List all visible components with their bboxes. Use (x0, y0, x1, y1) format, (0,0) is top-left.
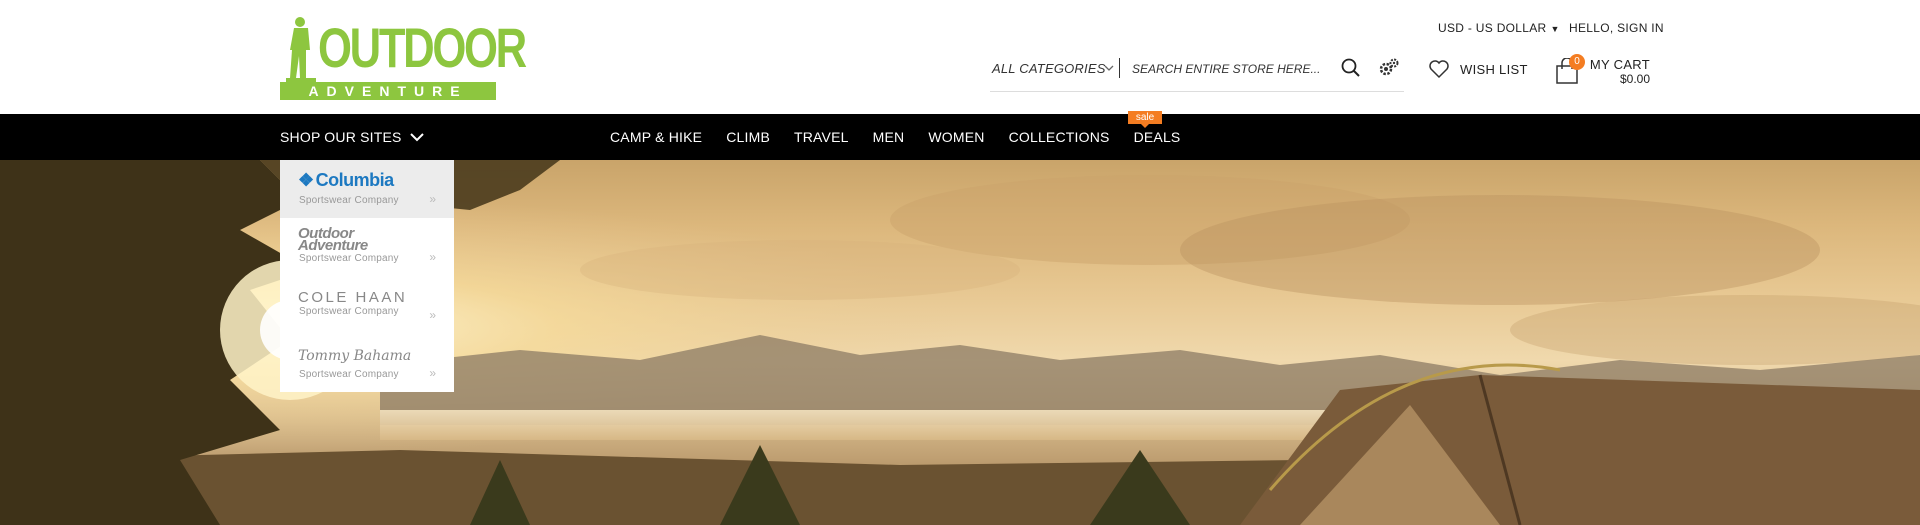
shop-our-sites-label: SHOP OUR SITES (280, 129, 402, 145)
category-select[interactable]: ALL CATEGORIES (992, 61, 1114, 76)
chevron-down-icon (409, 132, 424, 141)
search-divider (1119, 58, 1120, 78)
logo-subtitle: ADVENTURE (280, 82, 496, 100)
site-link-cole-haan[interactable]: COLE HAAN Sportswear Company » (280, 276, 454, 334)
outdoor-adventure-logo[interactable]: OUTDOOR ADVENTURE (280, 16, 527, 102)
nav-item-collections[interactable]: COLLECTIONS (1009, 129, 1110, 145)
nav-item-travel[interactable]: TRAVEL (794, 129, 849, 145)
outdoor-adventure-small-logo: Outdoor Adventure (298, 226, 368, 254)
main-navigation: SHOP OUR SITES CAMP & HIKE CLIMB TRAVEL … (0, 114, 1920, 160)
site-link-columbia[interactable]: ❖ Columbia Sportswear Company » (280, 160, 454, 218)
site-tagline: Sportswear Company (299, 253, 399, 264)
wish-list-label: WISH LIST (1460, 61, 1528, 77)
heart-icon (1429, 60, 1449, 79)
chevron-right-icon: » (429, 366, 436, 380)
nav-item-deals[interactable]: DEALS (1134, 129, 1181, 145)
cart-count-badge: 0 (1569, 54, 1585, 70)
logo-wordmark: OUTDOOR (318, 16, 527, 79)
sign-in-link[interactable]: HELLO, SIGN IN (1569, 21, 1664, 35)
currency-label: USD - US DOLLAR (1438, 21, 1547, 35)
site-header: OUTDOOR ADVENTURE USD - US DOLLAR ▼ HELLO… (0, 0, 1920, 114)
category-label: ALL CATEGORIES (992, 61, 1106, 76)
site-link-tommy-bahama[interactable]: Tommy Bahama Sportswear Company » (280, 334, 454, 392)
search-input[interactable] (1132, 56, 1332, 82)
nav-item-men[interactable]: MEN (873, 129, 905, 145)
category-menu: CAMP & HIKE CLIMB TRAVEL MEN WOMEN COLLE… (610, 129, 1204, 145)
wish-list-link[interactable]: WISH LIST (1428, 57, 1528, 81)
tommy-bahama-logo: Tommy Bahama (298, 348, 412, 364)
cart-label: MY CART (1589, 57, 1650, 72)
columbia-logo: ❖ Columbia (298, 170, 394, 191)
cole-haan-logo: COLE HAAN (298, 289, 408, 306)
site-link-outdoor-adventure[interactable]: Outdoor Adventure Sportswear Company » (280, 218, 454, 276)
sale-badge: sale (1128, 111, 1162, 128)
search-icon (1341, 58, 1360, 77)
settings-button[interactable] (1378, 57, 1402, 81)
site-tagline: Sportswear Company (299, 306, 399, 317)
oa-logo-line2: Adventure (298, 237, 368, 254)
columbia-diamond-icon: ❖ (298, 170, 314, 190)
shop-our-sites-dropdown: ❖ Columbia Sportswear Company » Outdoor A… (280, 160, 454, 392)
gears-icon (1379, 58, 1399, 76)
nav-item-climb[interactable]: CLIMB (726, 129, 770, 145)
currency-selector[interactable]: USD - US DOLLAR ▼ (1438, 21, 1560, 35)
shop-our-sites-toggle[interactable]: SHOP OUR SITES (280, 129, 424, 145)
site-tagline: Sportswear Company (299, 369, 399, 380)
search-bar: ALL CATEGORIES (990, 52, 1404, 92)
mini-cart[interactable]: 0 MY CART $0.00 (1555, 52, 1655, 92)
nav-item-camp-hike[interactable]: CAMP & HIKE (610, 129, 702, 145)
chevron-right-icon: » (429, 192, 436, 206)
site-tagline: Sportswear Company (299, 195, 399, 206)
chevron-right-icon: » (429, 308, 436, 322)
search-button[interactable] (1340, 57, 1364, 81)
chevron-down-icon (1104, 65, 1114, 71)
cart-total: $0.00 (1619, 72, 1650, 86)
chevron-right-icon: » (429, 250, 436, 264)
columbia-wordmark: Columbia (315, 170, 395, 190)
nav-item-women[interactable]: WOMEN (928, 129, 984, 145)
chevron-down-icon: ▼ (1550, 24, 1560, 34)
hiker-icon (286, 17, 316, 82)
